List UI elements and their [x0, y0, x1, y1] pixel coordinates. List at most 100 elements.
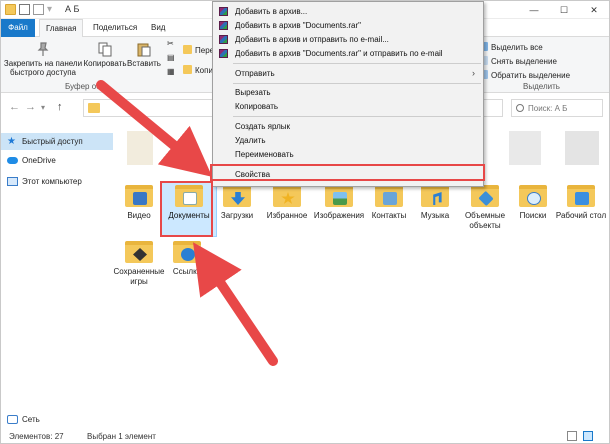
chevron-right-icon: ›	[472, 68, 475, 78]
pin-label-line1: Закрепить на панели	[3, 59, 83, 68]
winrar-icon	[219, 21, 228, 30]
paste-shortcut-icon[interactable]: ▦	[167, 67, 175, 76]
computer-icon	[7, 177, 18, 186]
copy-path-icon[interactable]: ▤	[167, 53, 175, 62]
search-icon	[516, 104, 524, 112]
tab-view[interactable]: Вид	[145, 19, 171, 37]
tab-share[interactable]: Поделиться	[87, 19, 143, 37]
music-icon	[421, 185, 449, 207]
close-button[interactable]: ✕	[579, 1, 609, 19]
menu-label: Удалить	[235, 136, 266, 145]
maximize-button[interactable]: ☐	[549, 1, 579, 19]
move-to-button[interactable]: Пере	[183, 45, 214, 55]
downloads-icon	[223, 185, 251, 207]
winrar-icon	[219, 7, 228, 16]
folder-item-downloads[interactable]: Загрузки	[209, 185, 265, 221]
paste-icon	[137, 43, 151, 57]
menu-label: Вырезать	[235, 88, 271, 97]
folder-item-favorites[interactable]: Избранное	[259, 185, 315, 221]
menu-item-add-send-email[interactable]: Добавить в архив и отправить по e-mail..…	[213, 33, 483, 46]
context-menu: Добавить в архив... Добавить в архив "Do…	[212, 1, 484, 187]
winrar-icon	[219, 49, 228, 58]
winrar-icon	[219, 35, 228, 44]
menu-item-rename[interactable]: Переименовать	[213, 148, 483, 161]
pin-icon	[37, 42, 49, 56]
nav-label-quick-access: Быстрый доступ	[22, 137, 83, 146]
folder-item-pictures[interactable]: Изображения	[311, 185, 367, 221]
folder-label: Ссылки	[172, 267, 202, 276]
invert-selection-button[interactable]: Обратить выделение	[479, 70, 570, 80]
copy-label: Копировать	[83, 59, 127, 68]
menu-item-add-rar-send-email[interactable]: Добавить в архив "Documents.rar" и отпра…	[213, 47, 483, 60]
cut-icon[interactable]: ✂	[167, 39, 174, 48]
details-view-icon[interactable]	[567, 431, 577, 441]
deselect-button[interactable]: Снять выделение	[479, 56, 557, 66]
move-to-icon	[183, 45, 192, 54]
folder-item-video[interactable]: Видео	[111, 185, 167, 221]
select-all-button[interactable]: Выделить все	[479, 42, 543, 52]
menu-label: Добавить в архив и отправить по e-mail..…	[235, 35, 389, 44]
nav-item-quick-access[interactable]: ★ Быстрый доступ	[1, 133, 113, 150]
clipboard-group-label: Буфер обм	[65, 82, 107, 91]
minimize-button[interactable]: —	[519, 1, 549, 19]
status-bar: Элементов: 27 Выбран 1 элемент	[1, 429, 609, 443]
navigation-pane: ★ Быстрый доступ OneDrive Этот компьютер…	[1, 123, 113, 429]
nav-label-onedrive: OneDrive	[22, 156, 56, 165]
select-all-label: Выделить все	[491, 43, 543, 52]
up-icon[interactable]: ↑	[57, 101, 63, 113]
menu-label: Отправить	[235, 69, 275, 78]
properties-icon[interactable]	[19, 4, 30, 15]
search-input[interactable]: Поиск: А Б	[511, 99, 603, 117]
folder-thumbnail[interactable]	[127, 131, 153, 165]
new-folder-icon[interactable]	[33, 4, 44, 15]
forward-icon[interactable]: →	[25, 101, 36, 113]
menu-item-create-shortcut[interactable]: Создать ярлык	[213, 120, 483, 133]
menu-item-add-documents-rar[interactable]: Добавить в архив "Documents.rar"	[213, 19, 483, 32]
folder-item-music[interactable]: Музыка	[407, 185, 463, 221]
menu-item-copy[interactable]: Копировать	[213, 100, 483, 113]
pin-quick-access-button[interactable]: Закрепить на панели быстрого доступа	[3, 41, 83, 77]
menu-separator	[233, 63, 481, 64]
nav-label-this-pc: Этот компьютер	[22, 177, 82, 186]
folder-label: Сохраненные игры	[113, 267, 165, 286]
folder-item-links[interactable]: Ссылки	[159, 241, 215, 277]
tab-file[interactable]: Файл	[1, 19, 35, 37]
menu-item-add-archive[interactable]: Добавить в архив...	[213, 5, 483, 18]
copy-button[interactable]: Копировать	[83, 41, 127, 68]
folder-item-desktop[interactable]: Рабочий стол	[553, 185, 609, 221]
invert-selection-label: Обратить выделение	[491, 71, 571, 80]
menu-item-send-to[interactable]: Отправить ›	[213, 67, 483, 80]
dropdown-icon[interactable]: ▾	[47, 4, 58, 15]
menu-label: Добавить в архив "Documents.rar" и отпра…	[235, 49, 443, 58]
nav-item-this-pc[interactable]: Этот компьютер	[7, 177, 82, 186]
pictures-icon	[325, 185, 353, 207]
recent-dropdown-icon[interactable]: ▾	[41, 103, 45, 112]
desktop-icon	[567, 185, 595, 207]
select-group-label: Выделить	[523, 82, 560, 91]
menu-item-delete[interactable]: Удалить	[213, 134, 483, 147]
copy-to-label: Копи	[195, 66, 213, 75]
copy-to-button[interactable]: Копи	[183, 65, 213, 75]
menu-item-cut[interactable]: Вырезать	[213, 86, 483, 99]
menu-separator	[233, 116, 481, 117]
menu-label: Добавить в архив "Documents.rar"	[235, 21, 361, 30]
folder-label: Контакты	[371, 211, 407, 220]
folder-label: Изображения	[313, 211, 365, 220]
status-item-count: Элементов: 27	[9, 432, 64, 441]
links-icon	[173, 241, 201, 263]
paste-button[interactable]: Вставить	[127, 41, 161, 68]
copy-icon	[98, 42, 112, 57]
window-controls: — ☐ ✕	[519, 1, 609, 19]
saved-games-icon	[125, 241, 153, 263]
folder-thumbnail[interactable]	[565, 131, 599, 165]
back-icon[interactable]: ←	[9, 101, 20, 113]
tab-home[interactable]: Главная	[39, 19, 84, 38]
folder-thumbnail[interactable]	[509, 131, 541, 165]
nav-item-onedrive[interactable]: OneDrive	[7, 156, 56, 165]
contacts-icon	[375, 185, 403, 207]
user-folder-icon	[88, 103, 100, 113]
folder-label: Загрузки	[220, 211, 254, 220]
large-icons-view-icon[interactable]	[583, 431, 593, 441]
nav-item-network[interactable]: Сеть	[7, 415, 40, 424]
menu-label: Создать ярлык	[235, 122, 291, 131]
